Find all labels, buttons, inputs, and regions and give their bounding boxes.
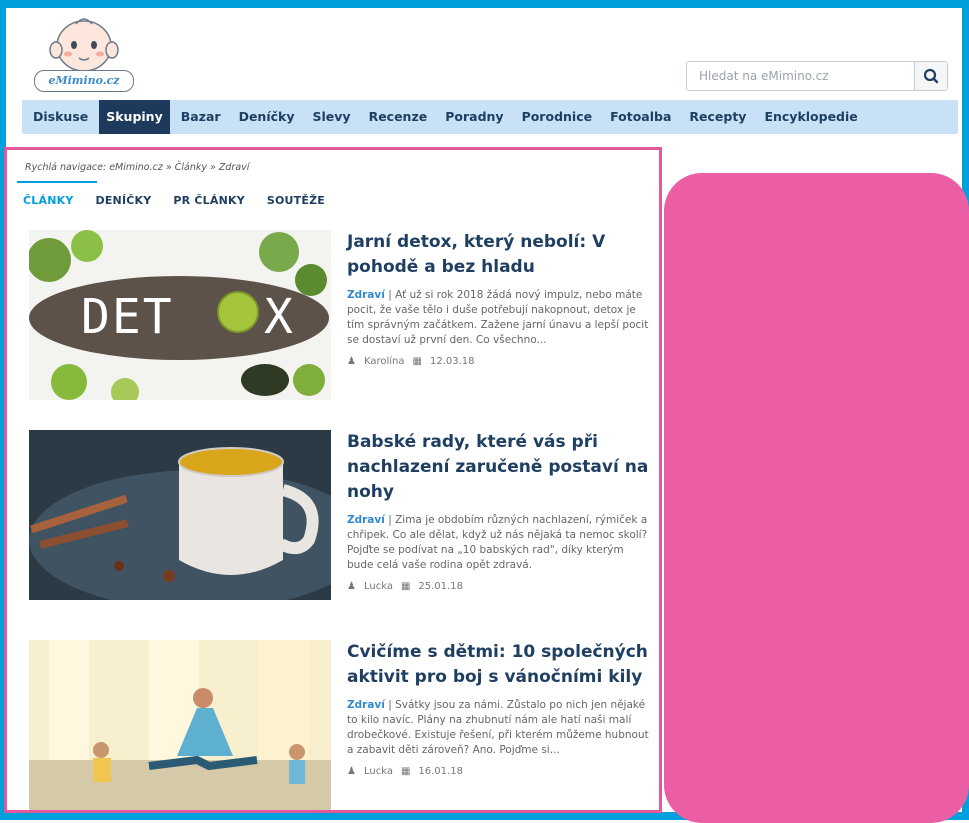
article-body: Cvičíme s dětmi: 10 společných aktivit p…	[347, 640, 649, 777]
svg-text:X: X	[264, 289, 293, 345]
calendar-icon: ▦	[412, 356, 422, 367]
turmeric-drink-image	[29, 430, 331, 600]
tab-souteze[interactable]: SOUTĚŽE	[267, 186, 325, 215]
tab-pr-clanky[interactable]: PR ČLÁNKY	[173, 186, 244, 215]
thumb-word: DET	[81, 289, 174, 345]
article-excerpt: Zdraví | Zima je obdobím různých nachlaz…	[347, 513, 649, 573]
article-author[interactable]: Lucka	[364, 766, 393, 777]
article-meta: ♟ Lucka ▦ 25.01.18	[347, 581, 649, 592]
user-icon: ♟	[347, 356, 356, 367]
user-icon: ♟	[347, 581, 356, 592]
article-author[interactable]: Karolína	[364, 356, 405, 367]
advertisement-placeholder[interactable]	[664, 173, 969, 823]
content-panel: Rychlá navigace: eMimino.cz » Články » Z…	[4, 147, 662, 813]
family-exercise-image	[29, 640, 331, 810]
search-icon	[923, 68, 939, 84]
nav-item-fotoalba[interactable]: Fotoalba	[603, 100, 678, 134]
main-nav: Diskuse Skupiny Bazar Deníčky Slevy Rece…	[22, 100, 958, 134]
site-logo[interactable]: eMimino.cz	[32, 12, 136, 94]
tab-clanky[interactable]: ČLÁNKY	[23, 186, 74, 215]
calendar-icon: ▦	[400, 581, 411, 592]
calendar-icon: ▦	[400, 766, 411, 777]
article-date: 12.03.18	[429, 356, 475, 367]
article-category[interactable]: Zdraví	[347, 699, 385, 711]
nav-item-poradny[interactable]: Poradny	[438, 100, 510, 134]
article-title[interactable]: Cvičíme s dětmi: 10 společných aktivit p…	[347, 640, 649, 690]
article-category[interactable]: Zdraví	[347, 514, 385, 526]
active-tab-indicator	[17, 181, 97, 183]
article-title[interactable]: Babské rady, které vás při nachlazení za…	[347, 430, 649, 505]
article-thumbnail[interactable]	[29, 430, 331, 600]
logo-text: eMimino.cz	[34, 70, 134, 92]
search-box	[686, 61, 948, 91]
search-button[interactable]	[914, 62, 947, 90]
article-meta: ♟ Karolína ▦ 12.03.18	[347, 356, 649, 367]
content-tabs: ČLÁNKY DENÍČKY PR ČLÁNKY SOUTĚŽE	[23, 186, 347, 215]
article-title[interactable]: Jarní detox, který nebolí: V pohodě a be…	[347, 230, 649, 280]
nav-item-slevy[interactable]: Slevy	[306, 100, 358, 134]
tab-denicky[interactable]: DENÍČKY	[96, 186, 152, 215]
article-date: 25.01.18	[418, 581, 463, 592]
breadcrumb[interactable]: Rychlá navigace: eMimino.cz » Články » Z…	[25, 162, 249, 173]
article-thumbnail[interactable]	[29, 640, 331, 810]
article-excerpt: Zdraví | Svátky jsou za námi. Zůstalo po…	[347, 698, 649, 758]
nav-item-bazar[interactable]: Bazar	[174, 100, 228, 134]
nav-item-skupiny[interactable]: Skupiny	[99, 100, 170, 134]
article-body: Jarní detox, který nebolí: V pohodě a be…	[347, 230, 649, 367]
nav-item-diskuse[interactable]: Diskuse	[26, 100, 95, 134]
nav-item-porodnice[interactable]: Porodnice	[515, 100, 600, 134]
user-icon: ♟	[347, 766, 356, 777]
baby-face-icon	[49, 18, 119, 72]
page-frame-top	[0, 0, 969, 8]
detox-thumbnail-image: DET X	[29, 230, 331, 400]
article-body: Babské rady, které vás při nachlazení za…	[347, 430, 649, 592]
nav-item-recenze[interactable]: Recenze	[362, 100, 435, 134]
nav-item-recepty[interactable]: Recepty	[682, 100, 753, 134]
article-excerpt: Zdraví | Ať už si rok 2018 žádá nový imp…	[347, 288, 649, 348]
article-meta: ♟ Lucka ▦ 16.01.18	[347, 766, 649, 777]
nav-item-encyklopedie[interactable]: Encyklopedie	[757, 100, 864, 134]
search-input[interactable]	[687, 62, 917, 90]
nav-item-denicky[interactable]: Deníčky	[232, 100, 302, 134]
article-author[interactable]: Lucka	[364, 581, 393, 592]
article-thumbnail[interactable]: DET X	[29, 230, 331, 400]
article-category[interactable]: Zdraví	[347, 289, 385, 301]
article-date: 16.01.18	[418, 766, 463, 777]
